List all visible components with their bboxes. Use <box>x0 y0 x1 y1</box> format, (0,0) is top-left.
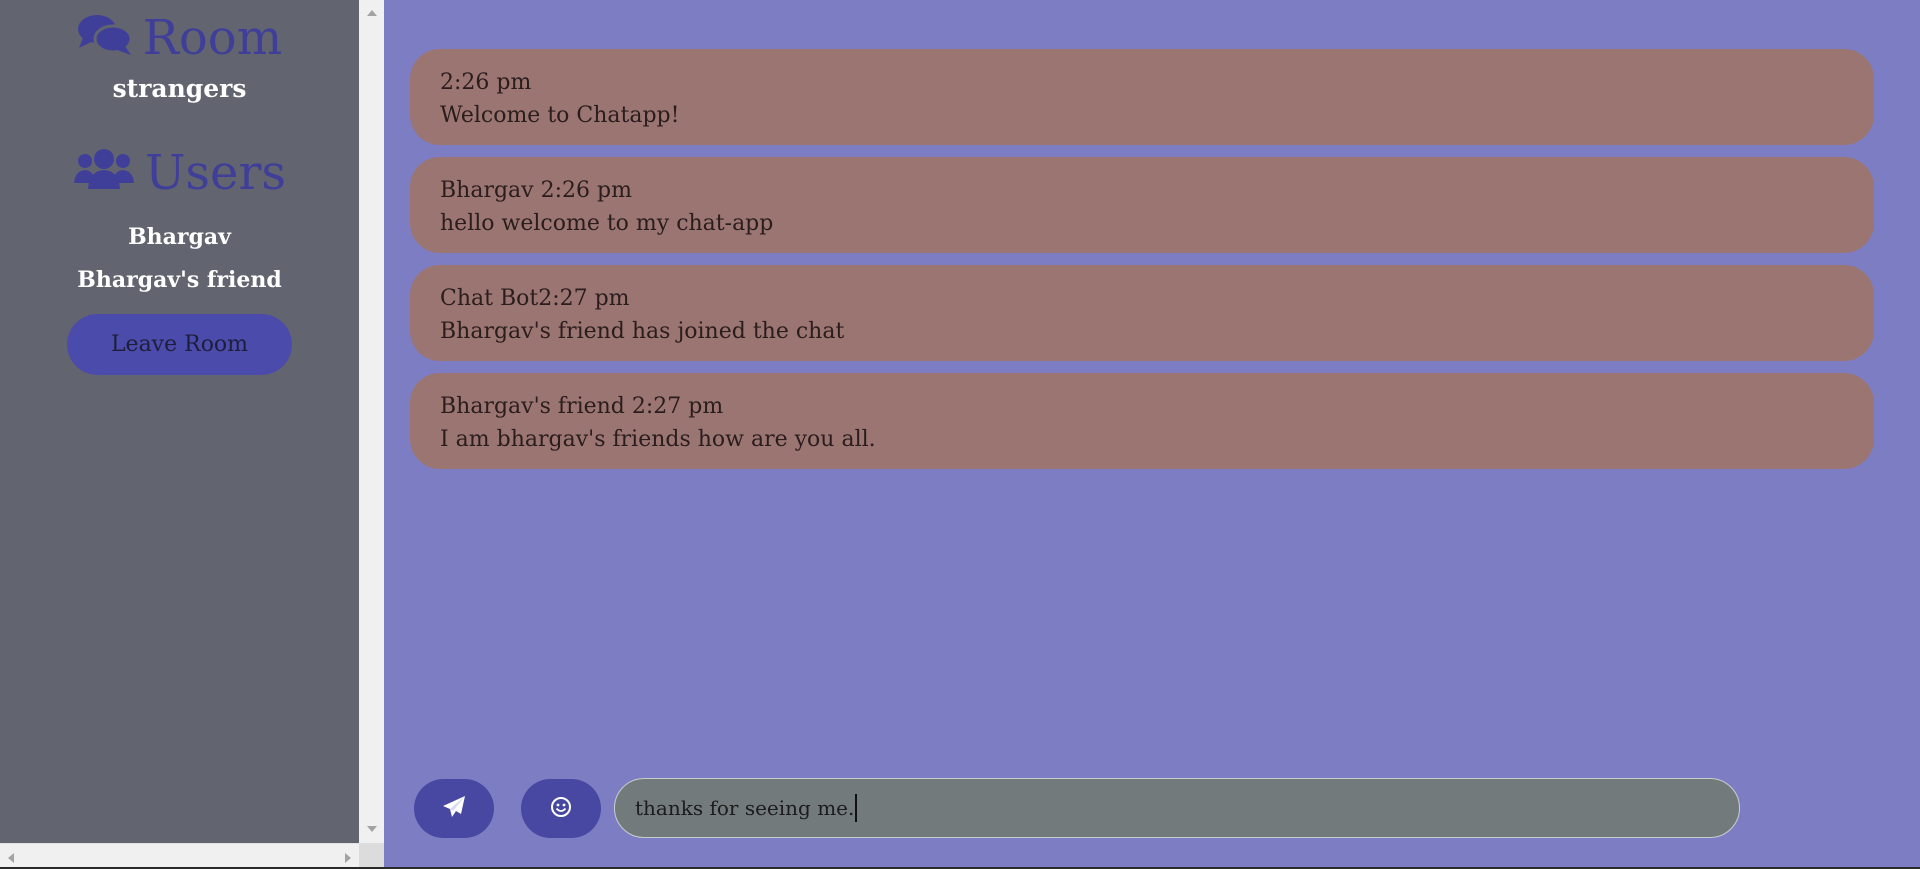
scroll-up-icon[interactable] <box>367 10 377 16</box>
message-text: Welcome to Chatapp! <box>440 103 680 128</box>
text-caret <box>855 794 858 822</box>
users-heading: Users <box>0 148 359 198</box>
chat-panel: 2:26 pm Welcome to Chatapp! Bhargav 2:26… <box>384 0 1920 869</box>
paper-plane-icon <box>441 795 467 822</box>
room-heading: Room <box>0 10 359 66</box>
scrollbar-corner <box>359 843 384 869</box>
room-heading-label: Room <box>142 10 283 66</box>
message-text: hello welcome to my chat-app <box>440 211 774 236</box>
user-list: Bhargav Bhargav's friend <box>0 220 359 306</box>
message-input[interactable]: thanks for seeing me. <box>614 778 1740 838</box>
message-bubble: Bhargav's friend 2:27 pm I am bhargav's … <box>410 373 1874 469</box>
users-icon <box>73 147 135 199</box>
leave-room-button[interactable]: Leave Room <box>67 314 292 375</box>
sidebar-horizontal-scrollbar[interactable] <box>0 843 359 869</box>
message-bubble: Chat Bot2:27 pm Bhargav's friend has joi… <box>410 265 1874 361</box>
emoji-button[interactable] <box>521 779 601 838</box>
scroll-left-icon[interactable] <box>8 853 14 863</box>
message-meta: Bhargav 2:26 pm <box>440 178 632 203</box>
scroll-down-icon[interactable] <box>367 826 377 832</box>
message-bubble: 2:26 pm Welcome to Chatapp! <box>410 49 1874 145</box>
room-name: strangers <box>112 74 247 103</box>
message-meta: 2:26 pm <box>440 70 532 95</box>
message-meta: Chat Bot2:27 pm <box>440 286 630 311</box>
message-text: I am bhargav's friends how are you all. <box>440 427 876 452</box>
message-text: Bhargav's friend has joined the chat <box>440 319 845 344</box>
chat-app: Room strangers Users Bhargav Bhargav's f… <box>0 0 1920 869</box>
message-meta: Bhargav's friend 2:27 pm <box>440 394 724 419</box>
message-input-value: thanks for seeing me. <box>635 796 855 820</box>
user-item: Bhargav's friend <box>77 267 282 293</box>
scroll-right-icon[interactable] <box>345 853 351 863</box>
message-input-bar: thanks for seeing me. <box>384 778 1920 838</box>
message-list: 2:26 pm Welcome to Chatapp! Bhargav 2:26… <box>410 49 1874 481</box>
sidebar: Room strangers Users Bhargav Bhargav's f… <box>0 0 359 843</box>
users-heading-label: Users <box>144 145 287 201</box>
comments-icon <box>77 12 133 64</box>
send-button[interactable] <box>414 779 494 838</box>
message-bubble: Bhargav 2:26 pm hello welcome to my chat… <box>410 157 1874 253</box>
sidebar-vertical-scrollbar[interactable] <box>359 0 384 869</box>
user-item: Bhargav <box>128 224 231 250</box>
smile-icon <box>550 796 572 821</box>
